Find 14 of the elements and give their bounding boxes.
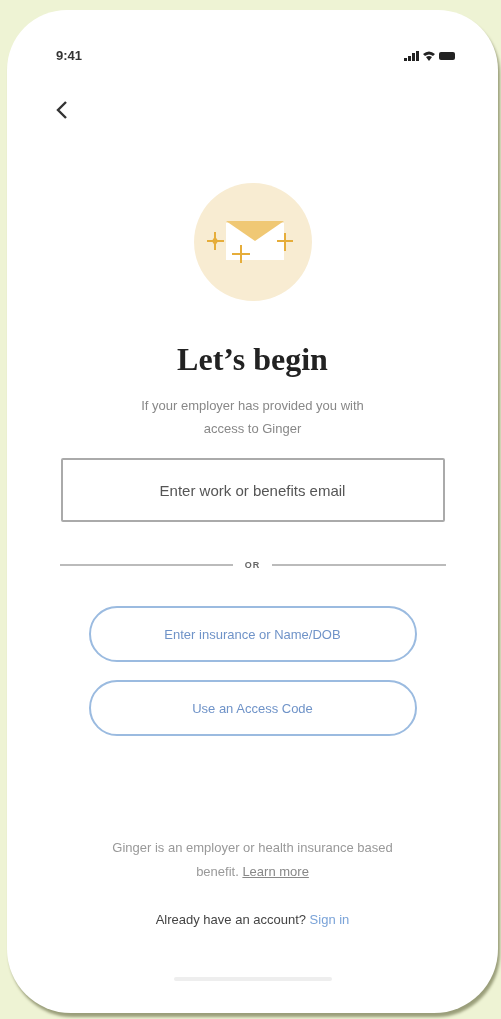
envelope-icon [193, 183, 312, 301]
status-icons [404, 49, 456, 62]
learn-more-link[interactable]: Learn more [242, 864, 309, 879]
email-field[interactable]: Enter work or benefits email [60, 458, 445, 522]
subtitle-text: If your employer has provided you with access to Ginger [140, 397, 365, 438]
status-time: 9:41 [56, 48, 83, 63]
option-button[interactable]: Use an Access Code [88, 680, 417, 736]
divider-label: OR [244, 560, 261, 570]
sign-in-prompt: Already have an account? Sign in [155, 912, 350, 927]
back-icon[interactable] [55, 100, 69, 120]
page-title: Let’s begin [177, 341, 328, 378]
footer-text: Ginger is an employer or health insurance based benefit. Learn more [111, 839, 394, 881]
option-button[interactable]: Enter insurance or Name/DOB [88, 606, 417, 662]
sign-in-link[interactable]: Sign in [309, 912, 350, 927]
